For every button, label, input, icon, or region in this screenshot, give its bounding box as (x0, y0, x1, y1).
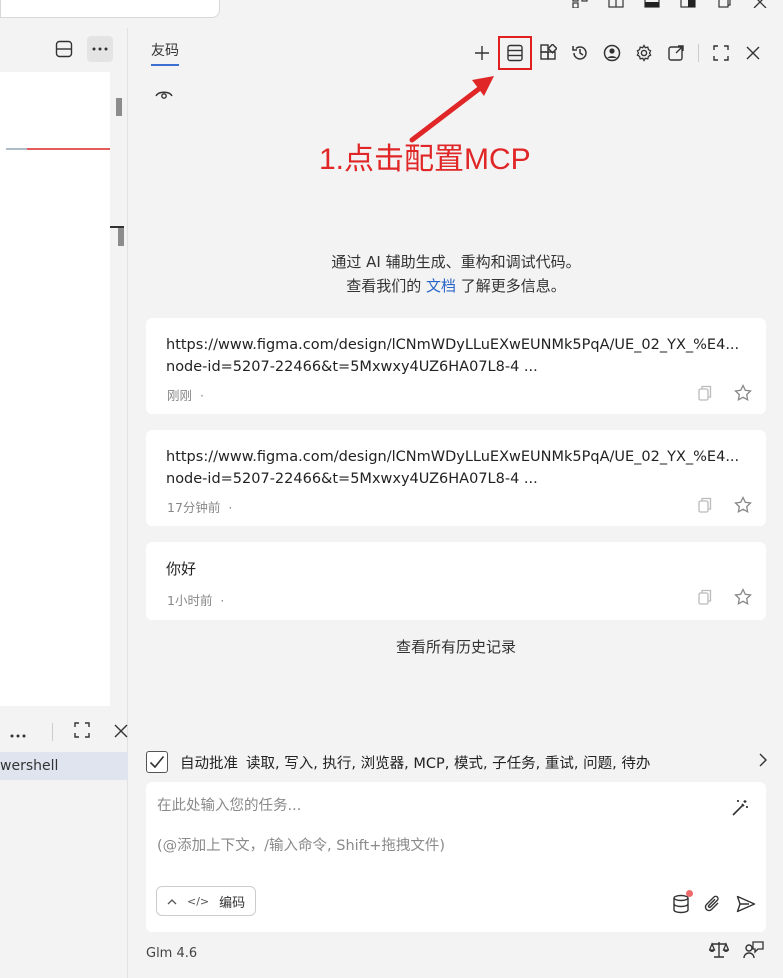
extensions-icon[interactable] (532, 39, 564, 67)
editor-tab-edge[interactable] (0, 0, 220, 18)
history-item-time: 1小时前 · (167, 593, 225, 608)
close-icon[interactable] (737, 39, 769, 67)
editor-content[interactable] (0, 72, 110, 706)
intro-suffix: 了解更多信息。 (456, 277, 566, 295)
scrollbar-marker[interactable] (118, 228, 124, 246)
copy-icon[interactable] (698, 385, 712, 405)
feedback-icon[interactable] (743, 940, 765, 964)
panel-bottom-icon[interactable] (643, 0, 661, 10)
mcp-config-icon[interactable] (498, 36, 532, 70)
more-icon[interactable] (87, 36, 113, 62)
history-item-time: 17分钟前 · (167, 500, 233, 515)
open-external-icon[interactable] (660, 39, 692, 67)
auto-approve-checkbox[interactable] (146, 751, 168, 773)
terminal-tab-label: wershell (0, 758, 59, 774)
star-icon[interactable] (734, 495, 752, 518)
split-icon[interactable] (607, 0, 625, 10)
task-input-hint: (@添加上下文，/输入命令, Shift+拖拽文件) (157, 838, 446, 854)
mode-select-button[interactable]: </> 编码 (156, 886, 257, 916)
auto-approve-items: 读取, 写入, 执行, 浏览器, MCP, 模式, 子任务, 重试, 问题, 待… (246, 755, 651, 772)
intro-text: 通过 AI 辅助生成、重构和调试代码。 查看我们的 文档 了解更多信息。 (129, 250, 783, 298)
divider (698, 44, 699, 62)
fullscreen-icon[interactable] (705, 39, 737, 67)
history-item[interactable]: https://www.figma.com/design/lCNmWDyLLuE… (146, 430, 766, 526)
terminal-close-icon[interactable] (114, 723, 128, 742)
magic-wand-icon[interactable] (730, 798, 750, 822)
chevron-right-icon[interactable] (758, 752, 768, 772)
assistant-panel: 友码 1.点击配置MCP 通过 AI 辅助生成、重构和调试代码。 查看我们的 文… (129, 28, 783, 978)
window-title-bar (0, 0, 783, 28)
history-item-subtitle: node-id=5207-22466&t=5Mxwxy4UZ6HA07L8-4 … (166, 471, 538, 487)
model-selector[interactable]: Glm 4.6 (146, 946, 197, 961)
star-icon[interactable] (734, 587, 752, 610)
history-item-title: 你好 (166, 560, 197, 578)
auto-approve-row[interactable]: 自动批准 读取, 写入, 执行, 浏览器, MCP, 模式, 子任务, 重试, … (146, 748, 768, 776)
task-input-placeholder: 在此处输入您的任务... (157, 798, 302, 814)
cursor-marker (110, 226, 124, 228)
terminal-tab[interactable]: wershell (0, 752, 128, 780)
attach-icon[interactable] (704, 894, 722, 918)
eye-icon[interactable] (155, 86, 173, 105)
mode-label: 编码 (219, 895, 246, 911)
window-close-icon[interactable] (751, 0, 769, 10)
editor-pane: wershell (0, 28, 128, 978)
copy-icon[interactable] (698, 497, 712, 517)
split-editor-icon[interactable] (51, 36, 77, 62)
terminal-toolbar (0, 714, 128, 750)
task-input[interactable]: 在此处输入您的任务... (@添加上下文，/输入命令, Shift+拖拽文件) … (146, 782, 766, 932)
intro-prefix: 查看我们的 (346, 277, 426, 295)
history-item-title: https://www.figma.com/design/lCNmWDyLLuE… (166, 337, 740, 353)
history-item-time: 刚刚 · (167, 388, 204, 403)
annotation-text: 1.点击配置MCP (319, 143, 531, 176)
app-root: wershell 友码 1.点击配置MCP 通过 AI 辅助生成、重构和调试代码… (0, 0, 783, 978)
maximize-icon[interactable] (74, 722, 91, 742)
view-all-history-link[interactable]: 查看所有历史记录 (129, 636, 783, 657)
divider (51, 723, 53, 741)
database-icon[interactable] (672, 890, 693, 918)
scrollbar-thumb[interactable] (116, 98, 122, 116)
history-item[interactable]: 你好 1小时前 · (146, 542, 766, 620)
balance-scale-icon[interactable] (708, 940, 730, 964)
docs-link[interactable]: 文档 (426, 277, 456, 295)
intro-line-2: 查看我们的 文档 了解更多信息。 (129, 274, 783, 298)
intro-line-1: 通过 AI 辅助生成、重构和调试代码。 (331, 253, 581, 271)
panel-right-icon[interactable] (679, 0, 697, 10)
add-icon[interactable] (466, 39, 498, 67)
history-item-title: https://www.figma.com/design/lCNmWDyLLuE… (166, 449, 740, 465)
restore-icon[interactable] (715, 0, 733, 10)
more-icon[interactable] (10, 723, 26, 742)
star-icon[interactable] (734, 383, 752, 406)
history-item[interactable]: https://www.figma.com/design/lCNmWDyLLuE… (146, 318, 766, 414)
notification-dot (686, 890, 693, 897)
code-icon: </> (187, 894, 210, 908)
settings-icon[interactable] (628, 39, 660, 67)
auto-approve-label: 自动批准 (180, 755, 238, 772)
send-icon[interactable] (736, 895, 756, 917)
history-icon[interactable] (564, 39, 596, 67)
layout-icon[interactable] (571, 0, 589, 10)
account-icon[interactable] (596, 39, 628, 67)
panel-title[interactable]: 友码 (151, 40, 179, 66)
history-item-subtitle: node-id=5207-22466&t=5Mxwxy4UZ6HA07L8-4 … (166, 359, 538, 375)
copy-icon[interactable] (698, 589, 712, 609)
code-line (6, 148, 110, 150)
chevron-up-icon (167, 894, 177, 909)
